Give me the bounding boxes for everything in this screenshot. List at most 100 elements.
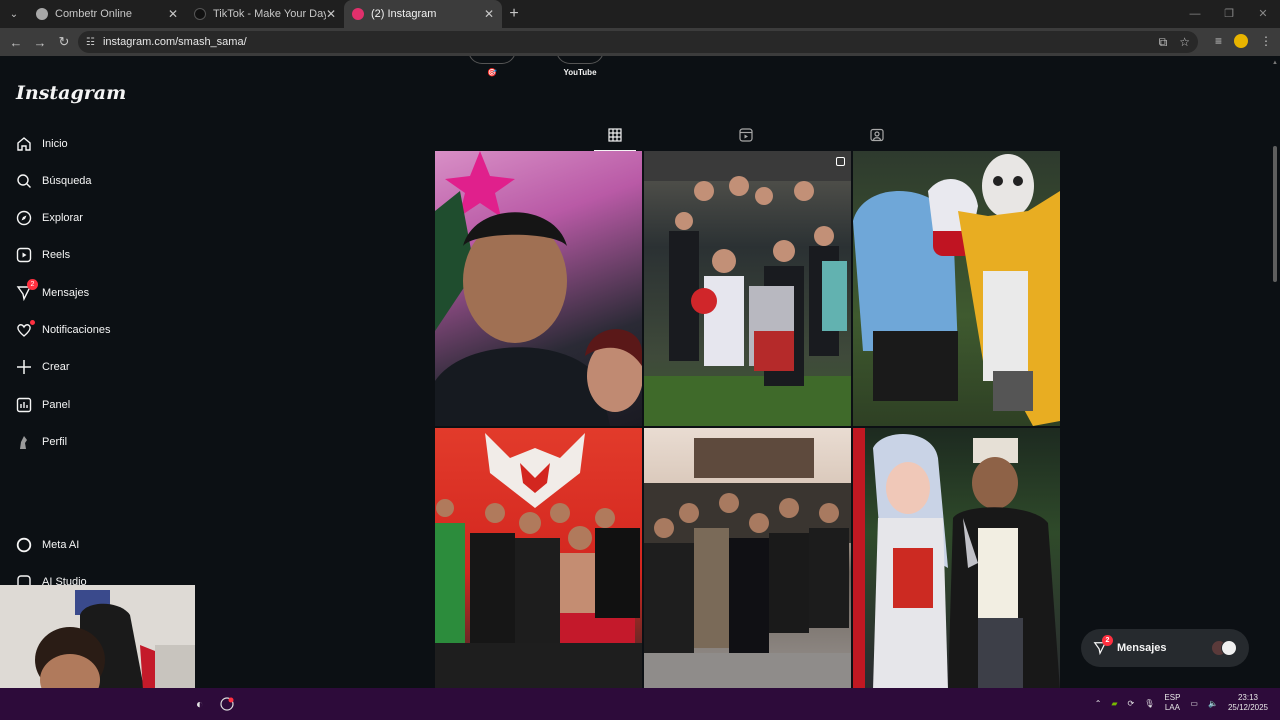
messages-label: Mensajes xyxy=(1117,642,1167,654)
highlight-label: YouTube xyxy=(563,68,597,77)
post-thumbnail[interactable] xyxy=(644,151,851,426)
post-thumbnail[interactable] xyxy=(435,428,642,688)
post-thumbnail[interactable] xyxy=(644,428,851,688)
close-tab-icon[interactable]: ✕ xyxy=(168,7,178,21)
nav-inicio[interactable]: Inicio xyxy=(16,136,68,152)
new-tab-button[interactable]: + xyxy=(502,5,526,23)
bookmark-star-icon[interactable]: ☆ xyxy=(1179,35,1190,50)
browser-toolbar: ← → ↻ ☷ instagram.com/smash_sama/ ⧉ ☆ ≡ … xyxy=(0,28,1280,56)
forward-icon[interactable]: → xyxy=(28,35,52,50)
highlight-label: 🎯 xyxy=(487,68,497,77)
tab-title: Combetr Online xyxy=(55,8,133,20)
posts-grid-icon[interactable] xyxy=(608,128,622,142)
messenger-icon: 2 xyxy=(16,279,38,301)
sync-icon[interactable]: ⟳ xyxy=(1128,699,1135,708)
reload-icon[interactable]: ↻ xyxy=(52,34,76,50)
taskbar-app-icon[interactable]: ◐ xyxy=(196,697,203,711)
nav-label: Mensajes xyxy=(42,287,90,299)
tab-title: TikTok - Make Your Day xyxy=(213,8,326,20)
messenger-icon: 2 xyxy=(1093,635,1113,656)
nav-label: Notificaciones xyxy=(42,324,111,336)
volume-icon[interactable]: 🔈 xyxy=(1208,699,1218,708)
reels-tab-icon[interactable] xyxy=(739,128,753,142)
close-tab-icon[interactable]: ✕ xyxy=(326,7,336,21)
nav-mensajes[interactable]: 2 Mensajes xyxy=(16,279,90,301)
language-indicator[interactable]: ESP LAA xyxy=(1164,693,1180,713)
compass-icon xyxy=(16,210,32,226)
highlight-item[interactable]: YouTube xyxy=(556,56,604,77)
close-window-icon[interactable]: ✕ xyxy=(1246,0,1280,28)
clock-time: 23:13 xyxy=(1237,693,1258,702)
post-thumbnail[interactable] xyxy=(853,151,1060,426)
nav-label: Reels xyxy=(42,249,71,261)
scrollbar-thumb[interactable] xyxy=(1273,146,1277,282)
post-thumbnail[interactable] xyxy=(435,151,642,426)
nav-label: Búsqueda xyxy=(42,175,92,187)
highlight-cover xyxy=(556,56,604,64)
install-app-icon[interactable]: ⧉ xyxy=(1159,35,1168,50)
search-icon xyxy=(16,173,32,189)
nav-reels[interactable]: Reels xyxy=(16,247,70,263)
back-icon[interactable]: ← xyxy=(4,35,28,50)
plus-icon xyxy=(16,359,32,375)
recent-avatars xyxy=(1211,640,1237,656)
browser-tab[interactable]: Combetr Online ✕ xyxy=(28,0,186,28)
close-tab-icon[interactable]: ✕ xyxy=(484,7,494,21)
nav-perfil[interactable]: Perfil xyxy=(16,434,67,450)
nav-label: Perfil xyxy=(42,436,68,448)
tab-favicon xyxy=(194,8,206,20)
minimize-icon[interactable]: — xyxy=(1178,0,1212,28)
nav-notificaciones[interactable]: Notificaciones xyxy=(16,320,111,338)
site-info-icon[interactable]: ☷ xyxy=(86,37,95,48)
clock-date: 25/12/2025 xyxy=(1227,703,1268,712)
post-thumbnail[interactable] xyxy=(853,428,1060,688)
os-taskbar: ◐ ⌃ ▰ ⟳ 🎙 ESP LAA ▭ 🔈 23:13 25/12/2025 xyxy=(0,688,1280,720)
nav-label: Explorar xyxy=(42,212,83,224)
browser-tab[interactable]: TikTok - Make Your Day ✕ xyxy=(186,0,344,28)
chevron-up-icon[interactable]: ⌃ xyxy=(1095,699,1102,708)
highlight-item[interactable]: 🎯 xyxy=(468,56,516,77)
instagram-logo[interactable]: Instagram xyxy=(16,82,126,104)
messages-badge: 2 xyxy=(1102,635,1113,646)
nav-meta-ai[interactable]: Meta AI xyxy=(16,537,79,553)
keyboard-layout: LAA xyxy=(1164,703,1180,712)
window-controls: — ❐ ✕ xyxy=(1178,0,1280,28)
browser-tab-strip: ⌄ Combetr Online ✕ TikTok - Make Your Da… xyxy=(0,0,1280,28)
taskbar-app-icon[interactable] xyxy=(220,697,234,714)
heart-icon xyxy=(16,320,35,338)
nav-busqueda[interactable]: Búsqueda xyxy=(16,173,92,189)
nav-panel[interactable]: Panel xyxy=(16,397,70,413)
mic-icon[interactable]: 🎙 xyxy=(1144,699,1154,708)
language-code: ESP xyxy=(1164,693,1181,702)
page-scrollbar[interactable]: ▲ xyxy=(1270,56,1280,688)
profile-avatar-icon[interactable] xyxy=(1234,34,1248,48)
tab-media-icon[interactable]: ≡ xyxy=(1215,34,1222,48)
browser-tab-active[interactable]: (2) Instagram ✕ xyxy=(344,0,502,28)
menu-kebab-icon[interactable]: ⋮ xyxy=(1260,34,1272,48)
avatar xyxy=(1221,640,1237,656)
messages-floating-button[interactable]: 2 Mensajes xyxy=(1081,629,1249,667)
scroll-up-icon[interactable]: ▲ xyxy=(1272,60,1278,66)
url-text: instagram.com/smash_sama/ xyxy=(102,36,247,48)
tab-title: (2) Instagram xyxy=(371,8,437,20)
tagged-icon[interactable] xyxy=(870,128,884,142)
nav-label: Crear xyxy=(42,361,70,373)
chart-icon xyxy=(16,397,32,413)
carousel-indicator-icon xyxy=(836,157,845,166)
avatar-icon xyxy=(16,434,32,450)
restore-icon[interactable]: ❐ xyxy=(1212,0,1246,28)
tab-search-button[interactable]: ⌄ xyxy=(0,0,28,28)
address-bar[interactable]: ☷ instagram.com/smash_sama/ ⧉ ☆ xyxy=(78,31,1198,53)
nav-label: Inicio xyxy=(42,138,68,150)
nav-label: Panel xyxy=(42,399,71,411)
nav-label: Meta AI xyxy=(42,539,80,551)
tab-favicon xyxy=(352,8,364,20)
network-icon[interactable]: ▭ xyxy=(1190,699,1198,708)
notification-dot xyxy=(30,320,35,325)
tab-favicon xyxy=(36,8,48,20)
nav-crear[interactable]: Crear xyxy=(16,359,70,375)
system-tray: ⌃ ▰ ⟳ 🎙 ESP LAA ▭ 🔈 23:13 25/12/2025 xyxy=(1095,693,1268,713)
nav-explorar[interactable]: Explorar xyxy=(16,210,83,226)
clock[interactable]: 23:13 25/12/2025 xyxy=(1228,693,1268,713)
nvidia-icon[interactable]: ▰ xyxy=(1111,699,1117,708)
